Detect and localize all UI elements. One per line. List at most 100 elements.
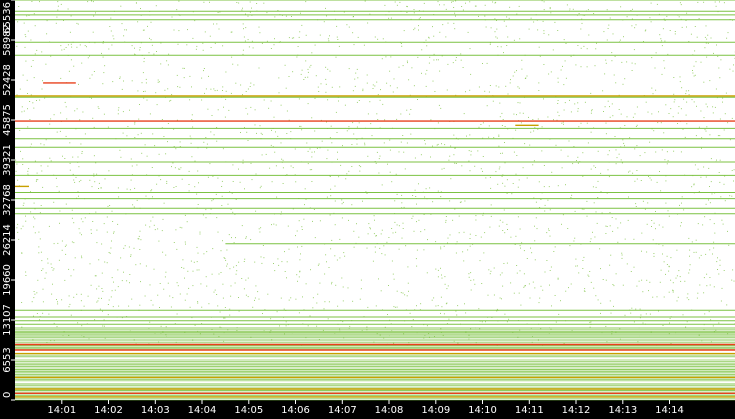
noise-dot: [60, 45, 61, 46]
noise-dot: [31, 94, 32, 95]
noise-dot: [308, 69, 309, 70]
noise-dot: [544, 211, 545, 212]
noise-dot: [307, 77, 308, 78]
noise-dot: [24, 111, 25, 112]
noise-dot: [108, 49, 109, 50]
noise-dot: [556, 145, 557, 146]
noise-dot: [98, 188, 99, 189]
noise-dot: [521, 69, 522, 70]
noise-dot: [651, 220, 652, 221]
noise-dot: [497, 38, 498, 39]
noise-dot: [57, 303, 58, 304]
noise-dot: [482, 63, 483, 64]
noise-dot: [661, 270, 662, 271]
noise-dot: [342, 217, 343, 218]
noise-dot: [655, 68, 656, 69]
noise-dot: [369, 227, 370, 228]
noise-dot: [149, 52, 150, 53]
noise-dot: [712, 106, 713, 107]
noise-dot: [435, 241, 436, 242]
noise-dot: [409, 114, 410, 115]
noise-dot: [502, 230, 503, 231]
noise-dot: [361, 280, 362, 281]
noise-dot: [107, 262, 108, 263]
noise-dot: [233, 181, 234, 182]
noise-dot: [154, 145, 155, 146]
noise-dot: [397, 224, 398, 225]
noise-dot: [354, 79, 355, 80]
noise-dot: [634, 27, 635, 28]
noise-dot: [203, 142, 204, 143]
noise-dot: [733, 71, 734, 72]
noise-dot: [505, 126, 506, 127]
noise-dot: [141, 153, 142, 154]
noise-dot: [198, 253, 199, 254]
noise-dot: [595, 167, 596, 168]
noise-dot: [93, 174, 94, 175]
noise-dot: [606, 133, 607, 134]
noise-dot: [362, 201, 363, 202]
noise-dot: [94, 71, 95, 72]
noise-dot: [262, 43, 263, 44]
noise-dot: [123, 133, 124, 134]
noise-dot: [308, 163, 309, 164]
noise-dot: [607, 226, 608, 227]
noise-dot: [632, 9, 633, 10]
noise-dot: [694, 252, 695, 253]
noise-dot: [30, 211, 31, 212]
noise-dot: [335, 186, 336, 187]
noise-dot: [395, 2, 396, 3]
noise-dot: [68, 9, 69, 10]
noise-dot: [281, 261, 282, 262]
noise-dot: [561, 123, 562, 124]
noise-dot: [444, 276, 445, 277]
noise-dot: [61, 4, 62, 5]
noise-dot: [370, 123, 371, 124]
noise-dot: [324, 274, 325, 275]
noise-dot: [503, 52, 504, 53]
noise-dot: [546, 260, 547, 261]
noise-dot: [144, 58, 145, 59]
noise-dot: [540, 56, 541, 57]
noise-dot: [224, 257, 225, 258]
noise-dot: [471, 151, 472, 152]
noise-dot: [37, 173, 38, 174]
noise-dot: [504, 210, 505, 211]
noise-dot: [499, 168, 500, 169]
noise-dot: [271, 145, 272, 146]
noise-dot: [669, 216, 670, 217]
noise-dot: [154, 269, 155, 270]
noise-dot: [185, 244, 186, 245]
noise-dot: [484, 91, 485, 92]
noise-dot: [575, 211, 576, 212]
noise-dot: [704, 313, 705, 314]
noise-dot: [420, 17, 421, 18]
noise-dot: [730, 139, 731, 140]
noise-dot: [159, 154, 160, 155]
noise-dot: [582, 260, 583, 261]
noise-dot: [41, 260, 42, 261]
noise-dot: [388, 18, 389, 19]
noise-dot: [420, 231, 421, 232]
noise-dot: [205, 209, 206, 210]
noise-dot: [633, 117, 634, 118]
noise-dot: [663, 132, 664, 133]
noise-dot: [180, 141, 181, 142]
noise-dot: [622, 162, 623, 163]
noise-dot: [339, 86, 340, 87]
noise-dot: [453, 1, 454, 2]
noise-dot: [17, 21, 18, 22]
noise-dot: [734, 281, 735, 282]
x-tick-label: 14:11: [515, 405, 544, 415]
noise-dot: [685, 93, 686, 94]
noise-dot: [402, 135, 403, 136]
noise-dot: [132, 166, 133, 167]
noise-dot: [18, 239, 19, 240]
noise-dot: [546, 232, 547, 233]
noise-dot: [373, 88, 374, 89]
noise-dot: [627, 116, 628, 117]
noise-dot: [149, 38, 150, 39]
noise-dot: [266, 12, 267, 13]
noise-dot: [216, 23, 217, 24]
noise-dot: [418, 30, 419, 31]
